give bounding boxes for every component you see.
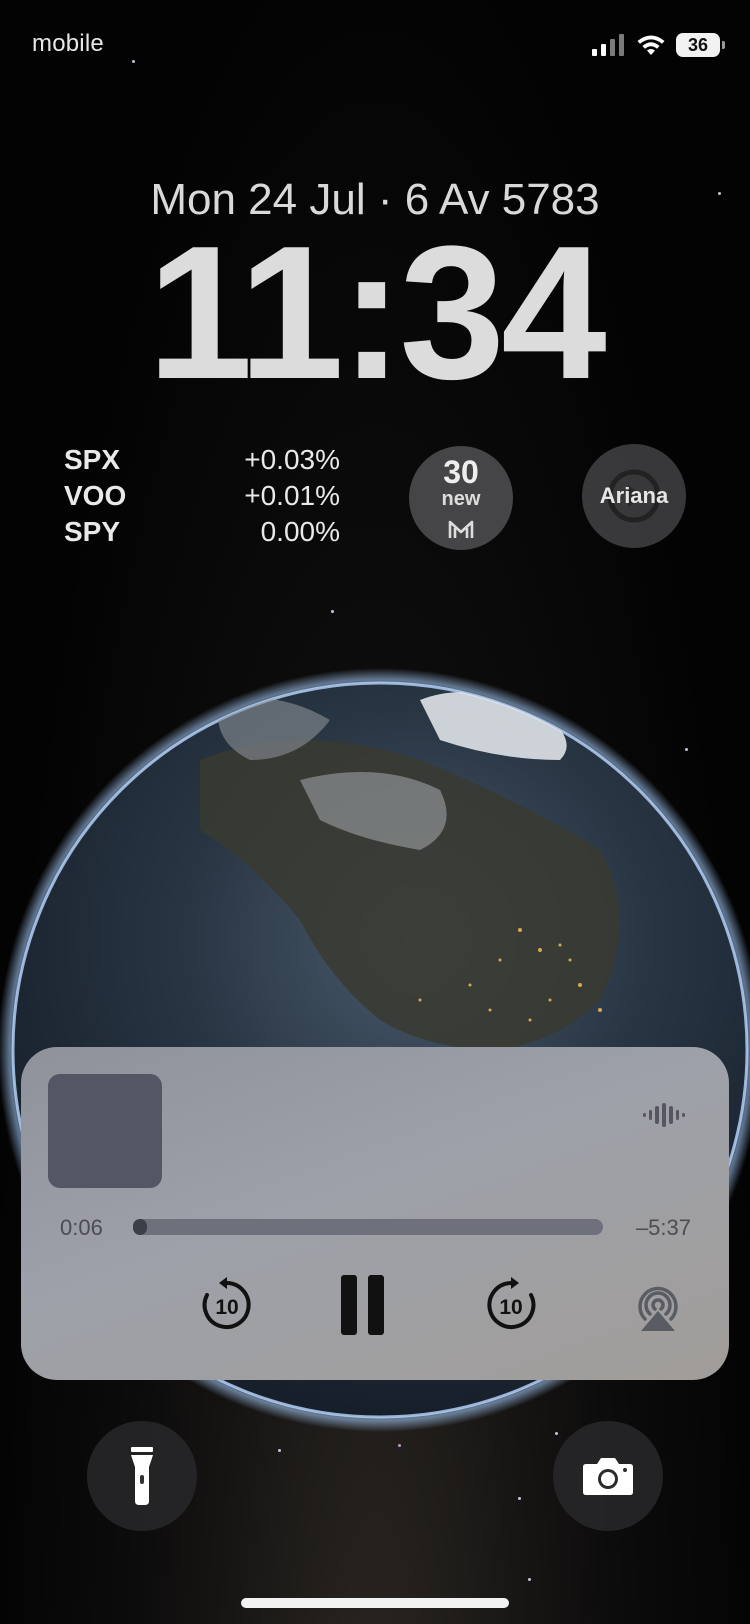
mail-unread-count: 30 xyxy=(443,454,479,490)
mail-unread-label: new xyxy=(441,488,481,510)
stock-symbol: SPX xyxy=(64,444,121,475)
flashlight-icon xyxy=(131,1447,153,1505)
stock-symbol: SPY xyxy=(64,516,121,547)
mail-m-icon xyxy=(448,520,474,538)
pause-icon xyxy=(341,1275,384,1335)
mail-widget[interactable]: 30 new xyxy=(409,446,513,550)
battery-indicator: 36 xyxy=(676,33,725,57)
remaining-time: –5:37 xyxy=(635,1215,691,1240)
airplay-icon xyxy=(638,1286,678,1331)
stock-change: +0.03% xyxy=(244,444,340,475)
audio-waveform-icon xyxy=(643,1103,685,1127)
battery-level: 36 xyxy=(687,34,709,55)
stock-symbol: VOO xyxy=(64,480,127,511)
status-icons: 36 xyxy=(592,30,725,60)
camera-icon xyxy=(583,1458,633,1495)
elapsed-time: 0:06 xyxy=(60,1215,103,1240)
stocks-widget[interactable]: SPX +0.03% VOO +0.01% SPY 0.00% xyxy=(64,442,340,550)
skip-forward-10-icon: 10 xyxy=(487,1277,536,1329)
playback-scrubber[interactable] xyxy=(133,1219,603,1235)
stock-change: +0.01% xyxy=(244,480,340,511)
cellular-signal-icon xyxy=(592,34,624,56)
stock-change: 0.00% xyxy=(260,516,340,547)
clock: 11:34 xyxy=(147,207,606,419)
stock-row: SPY 0.00% xyxy=(64,514,340,550)
now-playing-card[interactable]: 0:06 –5:37 10 10 xyxy=(21,1047,729,1380)
album-artwork[interactable] xyxy=(48,1074,162,1188)
skip-back-button[interactable]: 10 xyxy=(199,1277,255,1333)
wifi-icon xyxy=(637,35,665,55)
skip-back-10-icon: 10 xyxy=(202,1277,251,1329)
home-indicator[interactable] xyxy=(241,1598,509,1608)
music-widget[interactable]: Ariana xyxy=(582,444,686,548)
stock-row: SPX +0.03% xyxy=(64,442,340,478)
pause-button[interactable] xyxy=(339,1275,387,1337)
carrier-label: mobile xyxy=(32,30,104,57)
camera-button[interactable] xyxy=(553,1421,663,1531)
airplay-button[interactable] xyxy=(631,1281,685,1333)
playback-progress-fill xyxy=(133,1219,147,1235)
skip-forward-button[interactable]: 10 xyxy=(483,1277,539,1333)
skip-back-seconds: 10 xyxy=(215,1296,238,1319)
flashlight-button[interactable] xyxy=(87,1421,197,1531)
stock-row: VOO +0.01% xyxy=(64,478,340,514)
skip-forward-seconds: 10 xyxy=(499,1296,522,1319)
music-widget-label: Ariana xyxy=(599,483,669,508)
